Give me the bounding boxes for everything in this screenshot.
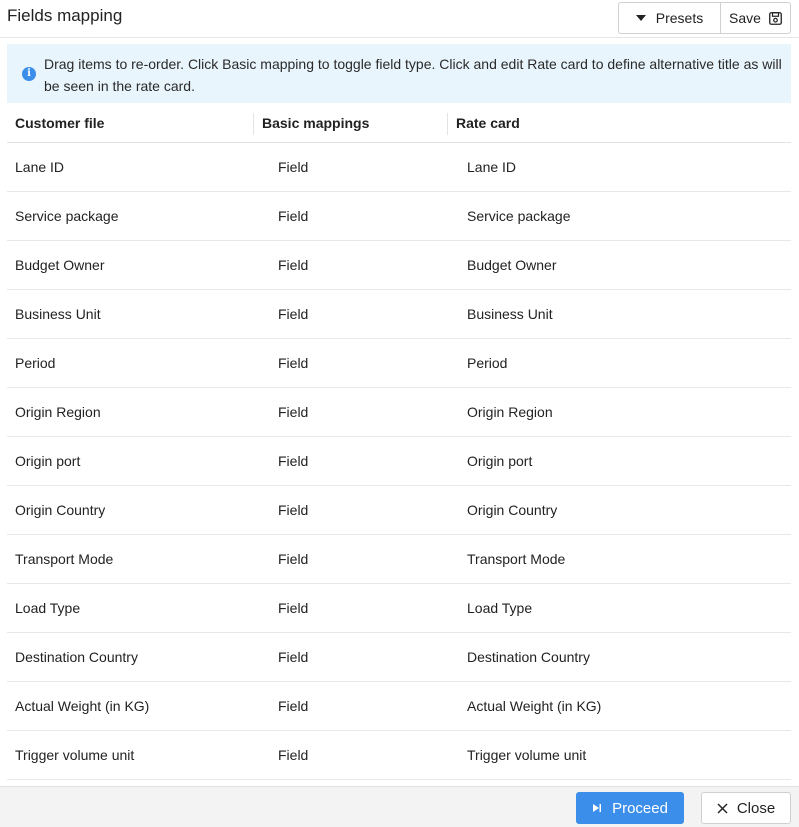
basic-mapping-cell[interactable]: Field (278, 257, 308, 273)
table-row[interactable]: Service package Field Service package (7, 192, 791, 241)
column-divider (253, 113, 254, 135)
presets-label: Presets (655, 10, 704, 26)
info-text: Drag items to re-order. Click Basic mapp… (44, 56, 782, 94)
rate-card-cell[interactable]: Origin port (467, 453, 532, 469)
table-row[interactable]: Actual Weight (in KG) Field Actual Weight … (7, 682, 791, 731)
basic-mapping-cell[interactable]: Field (278, 306, 308, 322)
basic-mapping-cell[interactable]: Field (278, 551, 308, 567)
rate-card-cell[interactable]: Load Type (467, 600, 532, 616)
play-step-icon (593, 804, 602, 812)
table-row[interactable]: Origin Region Field Origin Region (7, 388, 791, 437)
close-icon (717, 803, 728, 813)
customer-file-cell: Period (15, 355, 56, 371)
basic-mapping-cell[interactable]: Field (278, 453, 308, 469)
rate-card-cell[interactable]: Actual Weight (in KG) (467, 698, 601, 714)
basic-mapping-cell[interactable]: Field (278, 208, 308, 224)
rate-card-cell[interactable]: Trigger volume unit (467, 747, 586, 763)
table-row[interactable]: Origin Country Field Origin Country (7, 486, 791, 535)
basic-mapping-cell[interactable]: Field (278, 600, 308, 616)
fields-mapping-table: Customer file Basic mappings Rate card L… (7, 103, 791, 780)
table-row[interactable]: Transport Mode Field Transport Mode (7, 535, 791, 584)
basic-mapping-cell[interactable]: Field (278, 747, 308, 763)
basic-mapping-cell[interactable]: Field (278, 698, 308, 714)
caret-down-icon (635, 15, 646, 21)
rate-card-cell[interactable]: Period (467, 355, 507, 371)
table-row[interactable]: Trigger volume unit Field Trigger volume u… (7, 731, 791, 780)
column-header-basic-mappings: Basic mappings (262, 115, 370, 131)
customer-file-cell: Transport Mode (15, 551, 114, 567)
proceed-label: Proceed (612, 799, 668, 817)
rate-card-cell[interactable]: Origin Region (467, 404, 553, 420)
rate-card-cell[interactable]: Budget Owner (467, 257, 557, 273)
floppy-disk-icon (769, 11, 782, 25)
customer-file-cell: Destination Country (15, 649, 138, 665)
customer-file-cell: Actual Weight (in KG) (15, 698, 150, 714)
table-header: Customer file Basic mappings Rate card (7, 103, 791, 143)
table-row[interactable]: Origin port Field Origin port (7, 437, 791, 486)
customer-file-cell: Load Type (15, 600, 81, 616)
table-row[interactable]: Load Type Field Load Type (7, 584, 791, 633)
table-row[interactable]: Budget Owner Field Budget Owner (7, 241, 791, 290)
customer-file-cell: Trigger volume unit (15, 747, 135, 763)
table-row[interactable]: Lane ID Field Lane ID (7, 143, 791, 192)
rate-card-cell[interactable]: Service package (467, 208, 571, 224)
column-header-customer-file: Customer file (15, 115, 105, 131)
table-body: Lane ID Field Lane ID Service package Field S… (7, 143, 791, 780)
rate-card-cell[interactable]: Lane ID (467, 159, 516, 175)
dialog-title: Fields mapping (7, 6, 123, 25)
rate-card-cell[interactable]: Origin Country (467, 502, 557, 518)
customer-file-cell: Origin port (15, 453, 81, 469)
basic-mapping-cell[interactable]: Field (278, 159, 308, 175)
save-button[interactable]: Save (721, 3, 790, 33)
close-button[interactable]: Close (701, 792, 791, 824)
table-row[interactable]: Destination Country Field Destination Coun… (7, 633, 791, 682)
table-row[interactable]: Business Unit Field Business Unit (7, 290, 791, 339)
info-banner: i Drag items to re-order. Click Basic ma… (7, 44, 791, 103)
basic-mapping-cell[interactable]: Field (278, 502, 308, 518)
header-button-group: Presets Save (618, 2, 791, 34)
column-divider (447, 113, 448, 135)
table-row[interactable]: Period Field Period (7, 339, 791, 388)
rate-card-cell[interactable]: Transport Mode (467, 551, 565, 567)
basic-mapping-cell[interactable]: Field (278, 355, 308, 371)
basic-mapping-cell[interactable]: Field (278, 649, 308, 665)
customer-file-cell: Budget Owner (15, 257, 105, 273)
column-header-rate-card: Rate card (456, 115, 520, 131)
rate-card-cell[interactable]: Business Unit (467, 306, 553, 322)
dialog-header: Fields mapping Presets Save (0, 0, 799, 38)
customer-file-cell: Service package (15, 208, 119, 224)
close-label: Close (736, 799, 776, 817)
customer-file-cell: Business Unit (15, 306, 101, 322)
customer-file-cell: Origin Country (15, 502, 106, 518)
customer-file-cell: Lane ID (15, 159, 65, 175)
customer-file-cell: Origin Region (15, 404, 101, 420)
info-icon: i (22, 67, 36, 81)
rate-card-cell[interactable]: Destination Country (467, 649, 590, 665)
basic-mapping-cell[interactable]: Field (278, 404, 308, 420)
save-label: Save (729, 10, 761, 26)
proceed-button[interactable]: Proceed (576, 792, 684, 824)
dialog-footer: Proceed Close (0, 786, 799, 827)
presets-button[interactable]: Presets (619, 3, 721, 33)
